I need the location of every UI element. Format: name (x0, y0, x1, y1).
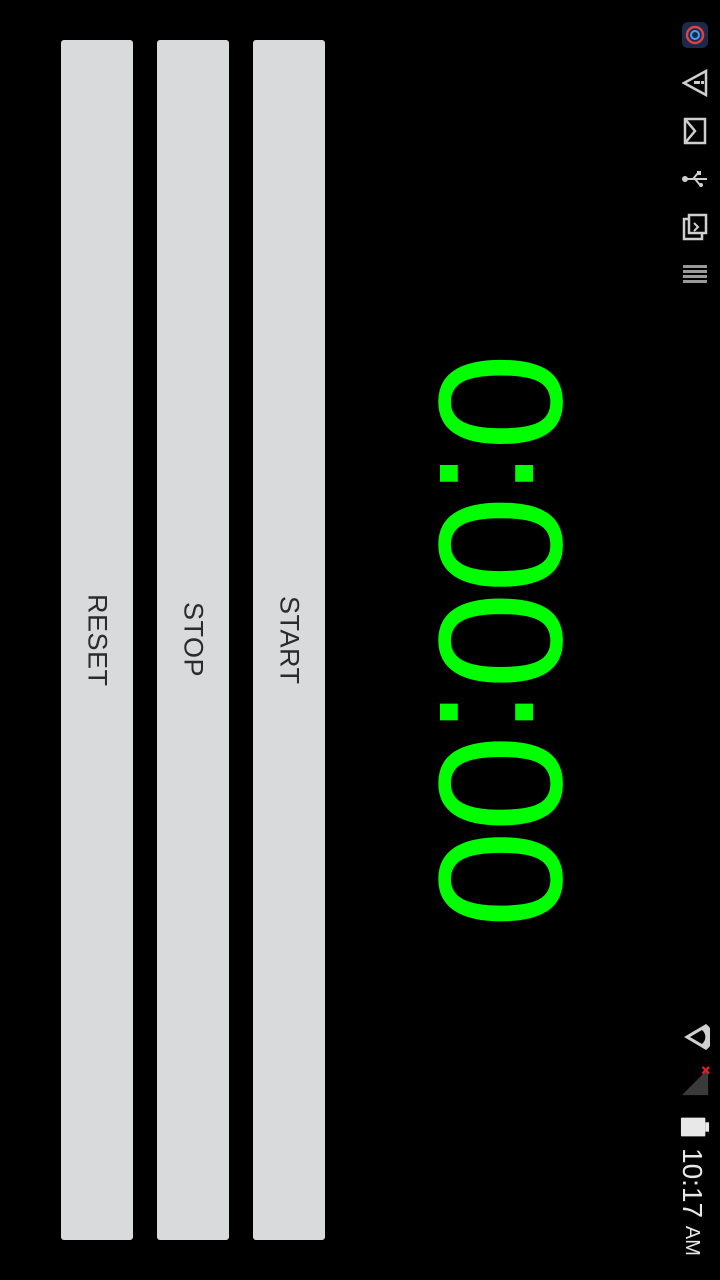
storage-icon (680, 260, 710, 290)
wifi-icon (680, 1022, 710, 1052)
stop-button-label: STOP (178, 602, 209, 678)
start-button-label: START (274, 595, 305, 685)
app-notification-icon (680, 20, 710, 50)
reset-button-label: RESET (82, 593, 113, 687)
battery-icon (680, 1112, 710, 1142)
stopwatch-screen: RESET STOP START 0:00:00 10:17 AM (0, 0, 720, 1280)
start-button[interactable]: START (253, 40, 325, 1240)
usb-icon (680, 164, 710, 194)
status-ampm: AM (681, 1225, 703, 1256)
status-time: 10:17 (677, 1148, 708, 1219)
clipboard-icon (680, 212, 710, 242)
status-bar: 10:17 AM (670, 0, 720, 1280)
signal-icon (680, 1066, 710, 1096)
stop-button[interactable]: STOP (157, 40, 229, 1240)
status-clock: 10:17 AM (676, 1148, 708, 1256)
timer-display: 0:00:00 (400, 270, 600, 1010)
reset-button[interactable]: RESET (61, 40, 133, 1240)
gmail-icon (680, 116, 710, 146)
timer-digits: 0:00:00 (402, 353, 598, 927)
warning-icon (680, 68, 710, 98)
